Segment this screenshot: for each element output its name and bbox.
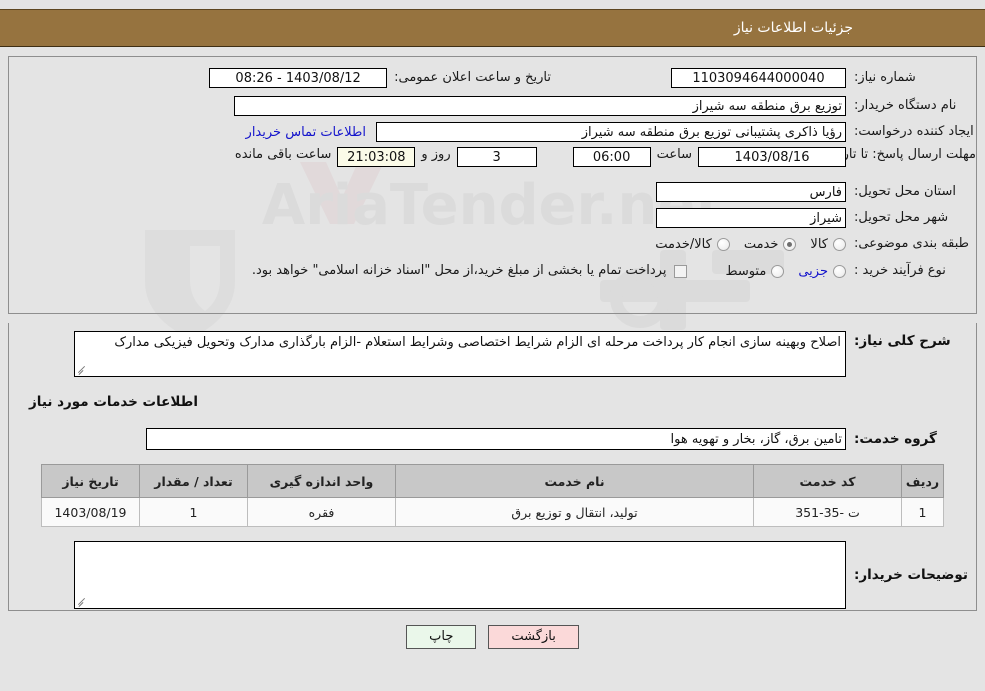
cell-service-code: ت -35-351 xyxy=(753,497,902,527)
announce-datetime-label: تاریخ و ساعت اعلان عمومی: xyxy=(394,69,551,85)
radio-category-goods[interactable] xyxy=(833,237,846,251)
deadline-date-field[interactable]: 1403/08/16 xyxy=(698,147,846,167)
radio-category-goods-service-label: کالا/خدمت xyxy=(655,236,712,252)
table-header-need-date: تاریخ نیاز xyxy=(41,464,140,498)
remaining-days-label: روز و xyxy=(421,147,451,162)
services-section-heading-wrap: اطلاعات خدمات مورد نیاز xyxy=(9,377,976,410)
radio-process-medium[interactable] xyxy=(771,264,785,278)
delivery-province-field[interactable]: فارس xyxy=(656,182,846,202)
buyer-org-field[interactable]: توزیع برق منطقه سه شیراز xyxy=(234,96,846,116)
cell-service-name: تولید، انتقال و توزیع برق xyxy=(395,497,754,527)
table-header-service-code: کد خدمت xyxy=(753,464,902,498)
row-response-deadline: مهلت ارسال پاسخ: تا تاریخ: 1403/08/16 سا… xyxy=(9,145,976,179)
table-row: 1 ت -35-351 تولید، انتقال و توزیع برق فق… xyxy=(41,497,944,527)
table-header-row: ردیف کد خدمت نام خدمت واحد اندازه گیری ت… xyxy=(41,464,944,498)
remaining-days-field[interactable]: 3 xyxy=(456,147,537,167)
radio-category-service-label: خدمت xyxy=(743,236,779,252)
print-button[interactable]: چاپ xyxy=(406,625,477,649)
general-description-textarea[interactable]: اصلاح وبهینه سازی انجام کار پرداخت مرحله… xyxy=(74,331,846,377)
deadline-hour-label: ساعت xyxy=(656,147,692,162)
footer-button-bar: بازگشت چاپ xyxy=(0,625,985,649)
cell-unit: فقره xyxy=(247,497,396,527)
buyer-notes-label: توضیحات خریدار: xyxy=(854,567,968,583)
radio-process-minor-label[interactable]: جزیی xyxy=(798,264,828,279)
row-request-creator: ایجاد کننده درخواست: رؤیا ذاکری پشتیبانی… xyxy=(9,119,976,145)
remaining-time-label: ساعت باقی مانده xyxy=(234,147,332,162)
radio-process-medium-label: متوسط xyxy=(725,263,767,279)
service-group-label: گروه خدمت: xyxy=(854,431,937,447)
need-number-field[interactable]: 1103094644000040 xyxy=(671,68,846,88)
page-header-bar: جزئیات اطلاعات نیاز xyxy=(0,9,985,47)
table-header-unit: واحد اندازه گیری xyxy=(247,464,396,498)
purchase-process-label: نوع فرآیند خرید : xyxy=(854,262,946,278)
treasury-bond-checkbox[interactable] xyxy=(674,264,688,278)
request-creator-label: ایجاد کننده درخواست: xyxy=(854,123,974,139)
cell-need-date: 1403/08/19 xyxy=(41,497,140,527)
row-buyer-notes: توضیحات خریدار: xyxy=(9,527,976,609)
announce-datetime-field[interactable]: 1403/08/12 - 08:26 xyxy=(209,68,388,88)
services-table: ردیف کد خدمت نام خدمت واحد اندازه گیری ت… xyxy=(41,464,944,527)
cell-index: 1 xyxy=(901,497,944,527)
row-subject-category: طبقه بندی موضوعی: کالا خدمت کالا/خدمت xyxy=(9,231,976,257)
row-buyer-org: نام دستگاه خریدار: توزیع برق منطقه سه شی… xyxy=(9,93,976,119)
radio-category-goods-service[interactable] xyxy=(716,237,730,251)
delivery-city-field[interactable]: شیراز xyxy=(656,208,846,228)
description-and-services-panel: شرح کلی نیاز: اصلاح وبهینه سازی انجام کا… xyxy=(8,323,977,611)
radio-category-service[interactable] xyxy=(783,237,797,251)
row-delivery-city: شهر محل تحویل: شیراز xyxy=(9,205,976,231)
radio-process-minor[interactable] xyxy=(833,264,846,278)
treasury-bond-note: پرداخت تمام یا بخشی از مبلغ خرید،از محل … xyxy=(251,262,667,278)
table-header-service-name: نام خدمت xyxy=(395,464,754,498)
row-service-group: گروه خدمت: تامین برق، گاز، بخار و تهویه … xyxy=(9,422,976,456)
request-creator-field[interactable]: رؤیا ذاکری پشتیبانی توزیع برق منطقه سه ش… xyxy=(376,122,846,142)
services-table-wrap: ردیف کد خدمت نام خدمت واحد اندازه گیری ت… xyxy=(9,456,976,527)
radio-category-goods-label: کالا xyxy=(810,236,828,252)
delivery-province-label: استان محل تحویل: xyxy=(854,183,956,199)
deadline-hour-field[interactable]: 06:00 xyxy=(572,147,651,167)
need-info-panel: شماره نیاز: 1103094644000040 تاریخ و ساع… xyxy=(8,56,977,314)
general-description-label: شرح کلی نیاز: xyxy=(854,333,951,349)
response-deadline-label: مهلت ارسال پاسخ: تا تاریخ: xyxy=(826,147,976,162)
general-description-value: اصلاح وبهینه سازی انجام کار پرداخت مرحله… xyxy=(114,335,841,350)
cell-quantity: 1 xyxy=(139,497,248,527)
subject-category-label: طبقه بندی موضوعی: xyxy=(854,235,970,251)
page-title: جزئیات اطلاعات نیاز xyxy=(733,20,853,36)
tender-detail-page: AriaTender.net جزئیات اطلاعات نیاز شماره… xyxy=(0,0,985,691)
buyer-org-label: نام دستگاه خریدار: xyxy=(854,97,957,113)
remaining-time-field: 21:03:08 xyxy=(337,147,416,167)
buyer-notes-textarea[interactable] xyxy=(74,541,846,609)
service-group-field[interactable]: تامین برق، گاز، بخار و تهویه هوا xyxy=(146,428,846,450)
resize-grip-icon[interactable] xyxy=(77,597,87,607)
need-number-label: شماره نیاز: xyxy=(854,69,916,85)
row-need-number: شماره نیاز: 1103094644000040 تاریخ و ساع… xyxy=(9,63,976,93)
services-section-title: اطلاعات خدمات مورد نیاز xyxy=(28,394,198,410)
table-header-index: ردیف xyxy=(901,464,944,498)
row-general-description: شرح کلی نیاز: اصلاح وبهینه سازی انجام کا… xyxy=(9,323,976,377)
buyer-contact-link[interactable]: اطلاعات تماس خریدار xyxy=(246,125,366,140)
back-button[interactable]: بازگشت xyxy=(488,625,579,649)
delivery-city-label: شهر محل تحویل: xyxy=(854,209,949,225)
row-purchase-process: نوع فرآیند خرید : جزیی متوسط پرداخت تمام… xyxy=(9,257,976,285)
row-delivery-province: استان محل تحویل: فارس xyxy=(9,179,976,205)
resize-grip-icon[interactable] xyxy=(77,365,87,375)
table-header-quantity: تعداد / مقدار xyxy=(139,464,248,498)
